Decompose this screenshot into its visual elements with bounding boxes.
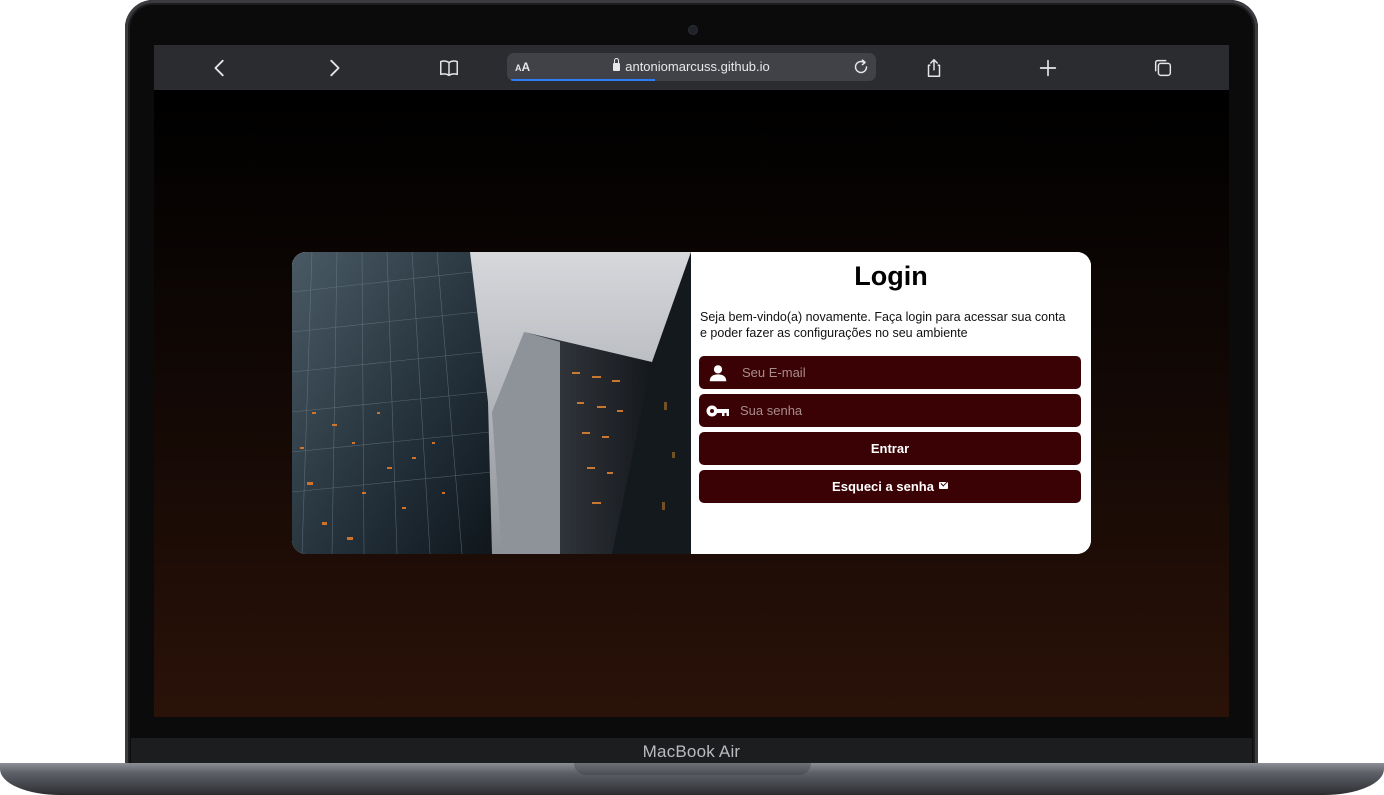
password-field[interactable]: [699, 394, 1081, 427]
browser-toolbar: AA antoniomarcuss.github.io: [154, 45, 1229, 91]
device-label: MacBook Air: [642, 742, 741, 761]
back-icon[interactable]: [208, 56, 232, 80]
address-bar[interactable]: AA antoniomarcuss.github.io: [507, 53, 876, 81]
lock-icon: [613, 58, 621, 71]
web-page: Login Seja bem-vindo(a) novamente. Faça …: [154, 90, 1229, 717]
login-card: Login Seja bem-vindo(a) novamente. Faça …: [292, 252, 1091, 554]
camera: [689, 26, 697, 34]
password-input[interactable]: [736, 394, 1079, 427]
login-form: Login Seja bem-vindo(a) novamente. Faça …: [691, 252, 1091, 554]
user-icon: [699, 356, 736, 389]
email-input[interactable]: [738, 356, 1081, 389]
reload-icon[interactable]: [850, 56, 872, 78]
forgot-password-button[interactable]: Esqueci a senha: [699, 470, 1081, 503]
share-icon[interactable]: [922, 56, 946, 80]
screen: AA antoniomarcuss.github.io Login Seja b…: [154, 45, 1229, 717]
load-progress-bar: [511, 79, 655, 81]
tabs-overview-icon[interactable]: [1151, 56, 1175, 80]
forward-icon[interactable]: [322, 56, 346, 80]
new-tab-icon[interactable]: [1036, 56, 1060, 80]
login-description: Seja bem-vindo(a) novamente. Faça login …: [700, 310, 1066, 340]
email-field[interactable]: [699, 356, 1081, 389]
key-icon: [699, 394, 736, 427]
login-title: Login: [854, 261, 928, 291]
forgot-password-label: Esqueci a senha: [832, 479, 934, 494]
login-button-label: Entrar: [870, 441, 910, 456]
mail-icon: [938, 482, 948, 489]
login-button[interactable]: Entrar: [699, 432, 1081, 465]
bookmarks-icon[interactable]: [437, 56, 461, 80]
buildings-photo: [292, 252, 691, 554]
laptop-notch: [574, 763, 811, 775]
url-text: antoniomarcuss.github.io: [625, 59, 770, 74]
